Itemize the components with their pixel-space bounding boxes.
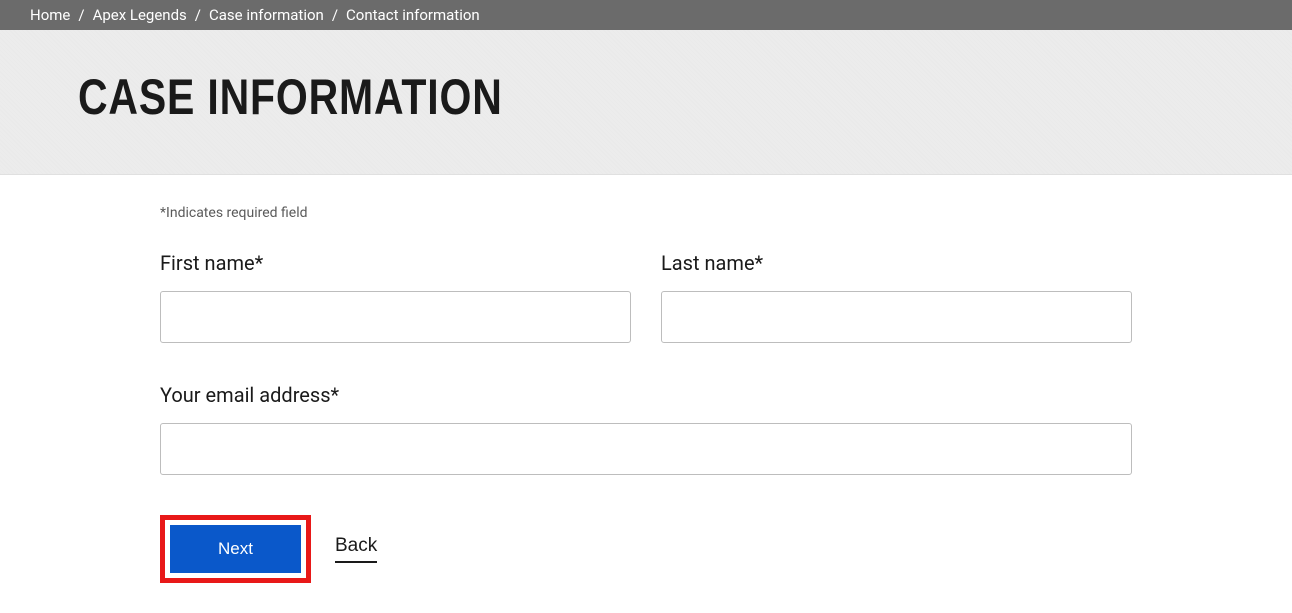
last-name-group: Last name*	[661, 251, 1132, 343]
breadcrumb-contact-information[interactable]: Contact information	[346, 6, 480, 24]
last-name-input[interactable]	[661, 291, 1132, 343]
breadcrumb-separator: /	[78, 6, 84, 24]
last-name-label: Last name*	[661, 251, 1132, 275]
email-input[interactable]	[160, 423, 1132, 475]
name-row: First name* Last name*	[160, 251, 1132, 343]
required-note: *Indicates required field	[160, 205, 1132, 221]
breadcrumb-apex-legends[interactable]: Apex Legends	[93, 6, 187, 24]
email-label: Your email address*	[160, 383, 1132, 407]
title-section: CASE INFORMATION	[0, 30, 1292, 175]
breadcrumb-separator: /	[332, 6, 338, 24]
email-group: Your email address*	[160, 383, 1132, 475]
next-button-highlight: Next	[160, 515, 311, 583]
first-name-input[interactable]	[160, 291, 631, 343]
next-button[interactable]: Next	[170, 525, 301, 573]
first-name-group: First name*	[160, 251, 631, 343]
breadcrumb: Home / Apex Legends / Case information /…	[0, 0, 1292, 30]
first-name-label: First name*	[160, 251, 631, 275]
form-container: *Indicates required field First name* La…	[0, 175, 1292, 613]
button-row: Next Back	[160, 515, 1132, 583]
breadcrumb-case-information[interactable]: Case information	[209, 6, 324, 24]
back-button[interactable]: Back	[335, 535, 377, 563]
breadcrumb-separator: /	[195, 6, 201, 24]
page-title: CASE INFORMATION	[78, 68, 1010, 126]
breadcrumb-home[interactable]: Home	[30, 6, 70, 24]
